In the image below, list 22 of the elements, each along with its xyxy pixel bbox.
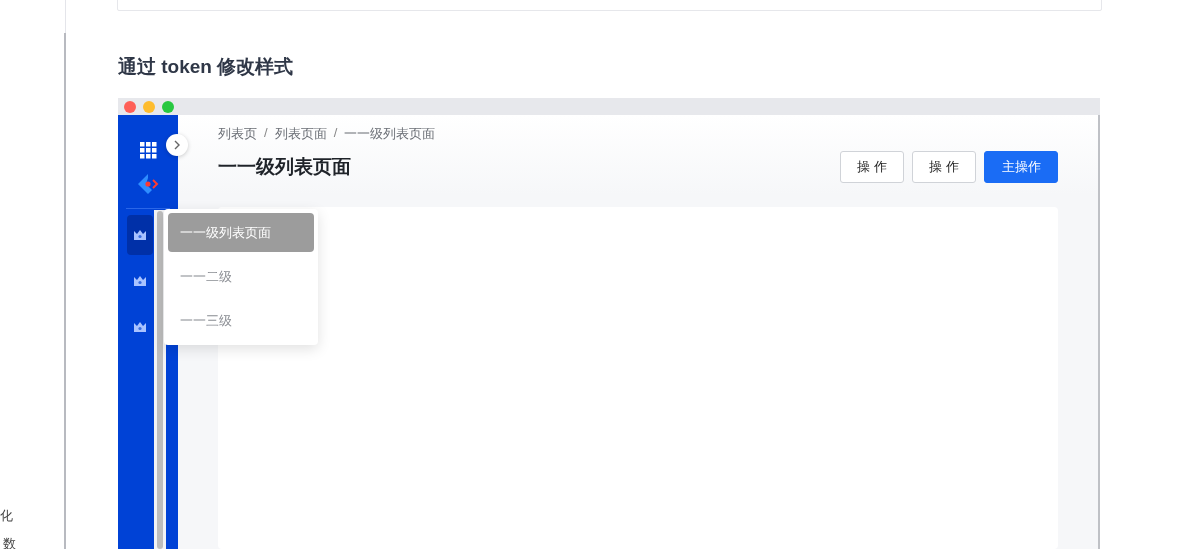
submenu-item[interactable]: 一一三级 (168, 301, 314, 341)
close-icon[interactable] (124, 100, 136, 113)
breadcrumb-link[interactable]: 列表页面 (274, 125, 327, 143)
breadcrumb-separator: / (264, 125, 268, 142)
crown-icon (133, 229, 147, 241)
crown-icon (133, 275, 147, 287)
breadcrumb-link[interactable]: 列表页 (218, 125, 257, 143)
breadcrumb-separator: / (333, 125, 338, 142)
logo-icon (136, 172, 160, 196)
menu-item[interactable] (127, 215, 153, 255)
action-button[interactable]: 操 作 (840, 151, 904, 183)
submenu-item[interactable]: 一一二级 (168, 257, 314, 297)
section-heading: 通过 token 修改样式 (118, 55, 294, 79)
breadcrumb-link[interactable]: 一一级列表页面 (344, 125, 436, 143)
crown-icon (133, 321, 147, 333)
chevron-right-icon (173, 140, 181, 150)
page-title: 一一级列表页面 (218, 155, 352, 179)
nav-link[interactable]: 数 (3, 535, 16, 549)
app-grid-icon[interactable] (139, 142, 157, 159)
nav-link[interactable]: 化 (0, 507, 13, 525)
action-button[interactable]: 操 作 (912, 151, 976, 183)
primary-button[interactable]: 主操作 (984, 151, 1058, 183)
